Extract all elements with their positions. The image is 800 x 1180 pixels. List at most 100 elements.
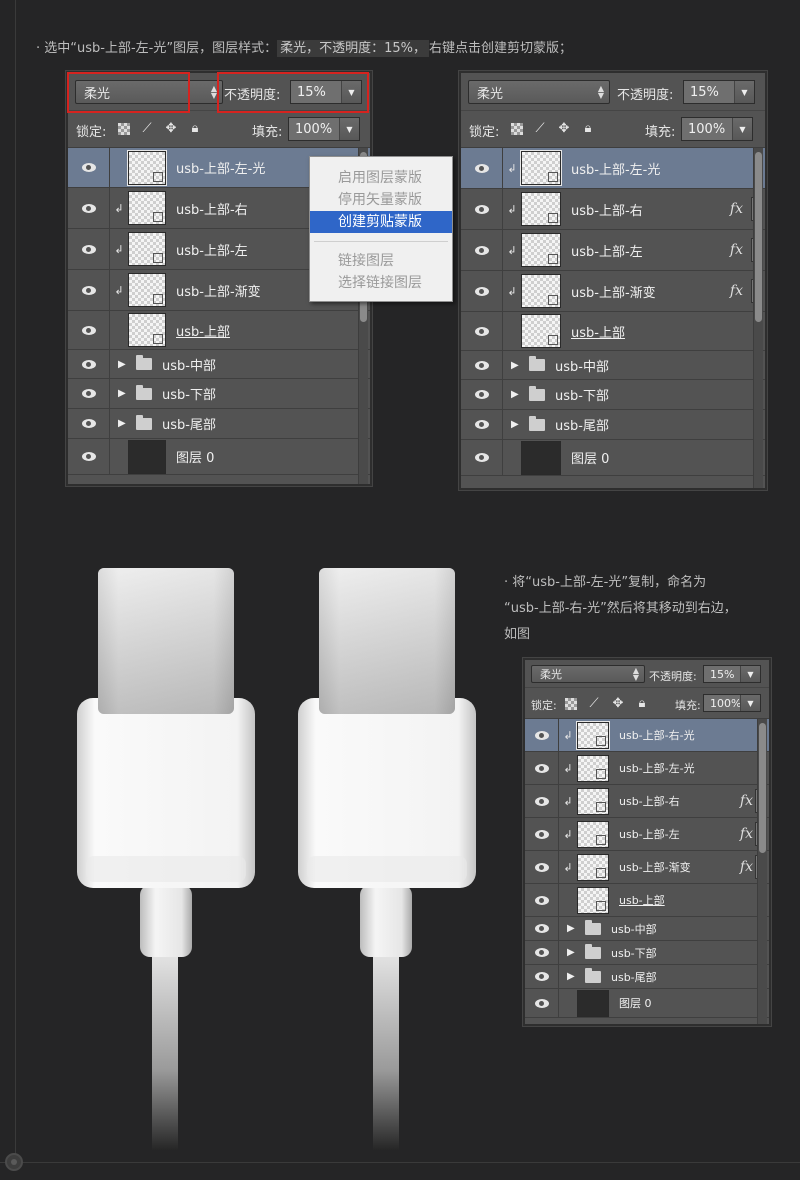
move-icon[interactable]: ✥ [164, 122, 178, 136]
layer-row[interactable]: ↲图层 0 [461, 440, 765, 476]
layer-row[interactable]: ↲usb-上部-右fx▼ [461, 189, 765, 230]
fx-icon[interactable]: fx [740, 826, 753, 842]
checker-icon[interactable] [511, 123, 523, 135]
eye-icon-cell[interactable] [68, 379, 110, 408]
move-icon[interactable]: ✥ [611, 697, 625, 711]
layer-row[interactable]: ▶ usb-下部 [68, 379, 370, 409]
eye-icon[interactable] [474, 163, 489, 173]
layer-row[interactable]: ↲usb-上部 [525, 884, 769, 917]
eye-icon[interactable] [474, 245, 489, 255]
triangle-right-icon[interactable]: ▶ [567, 947, 577, 958]
eye-icon[interactable] [474, 420, 489, 429]
layer-row[interactable]: ▶ usb-尾部 [525, 965, 769, 989]
eye-icon[interactable] [81, 203, 96, 213]
fx-icon[interactable]: fx [740, 793, 753, 809]
eye-icon[interactable] [534, 895, 549, 905]
triangle-right-icon[interactable]: ▶ [511, 419, 521, 430]
eye-icon[interactable] [534, 972, 549, 981]
layer-row[interactable]: ↲usb-上部 [461, 312, 765, 351]
triangle-right-icon[interactable]: ▶ [118, 418, 128, 429]
eye-icon[interactable] [81, 359, 96, 369]
layer-row[interactable]: ▶ usb-中部 [525, 917, 769, 941]
eye-icon-cell[interactable] [525, 884, 559, 916]
move-icon[interactable]: ✥ [557, 122, 571, 136]
brush-icon[interactable]: ⟋ [587, 697, 601, 711]
layer-row[interactable]: ↲图层 0 [525, 989, 769, 1018]
opacity-input[interactable]: 15% ▼ [703, 665, 761, 683]
scrollbar-thumb[interactable] [755, 152, 762, 322]
eye-icon[interactable] [81, 285, 96, 295]
layer-row[interactable]: ↲ usb-上部-左-光 [461, 148, 765, 189]
layer-row[interactable]: ▶ usb-下部 [525, 941, 769, 965]
eye-icon[interactable] [534, 998, 549, 1008]
scrollbar-thumb[interactable] [759, 723, 766, 853]
eye-icon-cell[interactable] [461, 410, 503, 439]
fill-dropdown-icon[interactable]: ▼ [732, 118, 752, 140]
layer-row[interactable]: ▶ usb-尾部 [461, 410, 765, 440]
fill-input[interactable]: 100% ▼ [703, 694, 761, 712]
menu-item-disable-vector-mask[interactable]: 停用矢量蒙版 [310, 189, 452, 211]
eye-icon-cell[interactable] [68, 229, 110, 269]
eye-icon-cell[interactable] [525, 752, 559, 784]
triangle-right-icon[interactable]: ▶ [511, 389, 521, 400]
triangle-right-icon[interactable]: ▶ [567, 971, 577, 982]
menu-item-link-layers[interactable]: 链接图层 [310, 250, 452, 272]
opacity-dropdown-icon[interactable]: ▼ [740, 666, 760, 682]
eye-icon-cell[interactable] [461, 351, 503, 379]
layer-row[interactable]: ↲usb-上部-渐变fx▼ [461, 271, 765, 312]
eye-icon[interactable] [474, 204, 489, 214]
eye-icon-cell[interactable] [68, 350, 110, 378]
eye-icon[interactable] [474, 326, 489, 336]
triangle-right-icon[interactable]: ▶ [118, 359, 128, 370]
layer-row[interactable]: ↲ usb-上部-左-光 [525, 752, 769, 785]
fx-icon[interactable]: fx [740, 859, 753, 875]
eye-icon[interactable] [81, 419, 96, 428]
eye-icon-cell[interactable] [68, 148, 110, 187]
lock-icon[interactable]: 🔒︎ [188, 122, 202, 136]
eye-icon[interactable] [534, 862, 549, 872]
eye-icon[interactable] [534, 730, 549, 740]
fx-icon[interactable]: fx [730, 201, 743, 217]
eye-icon[interactable] [534, 763, 549, 773]
eye-icon-cell[interactable] [525, 719, 559, 751]
layer-row[interactable]: ↲usb-上部-左fx▼ [461, 230, 765, 271]
fill-input[interactable]: 100% ▼ [681, 117, 753, 141]
checker-icon[interactable] [118, 123, 130, 135]
opacity-input[interactable]: 15% ▼ [683, 80, 755, 104]
eye-icon[interactable] [474, 286, 489, 296]
eye-icon[interactable] [474, 360, 489, 370]
scrollbar-track[interactable] [757, 719, 767, 1024]
eye-icon-cell[interactable] [68, 188, 110, 228]
triangle-right-icon[interactable]: ▶ [567, 923, 577, 934]
lock-icon[interactable]: 🔒︎ [581, 122, 595, 136]
eye-icon-cell[interactable] [525, 917, 559, 940]
brush-icon[interactable]: ⟋ [140, 122, 154, 136]
layer-row[interactable]: ↲usb-上部-渐变fx▼ [525, 851, 769, 884]
menu-item-enable-layer-mask[interactable]: 启用图层蒙版 [310, 167, 452, 189]
eye-icon[interactable] [81, 325, 96, 335]
eye-icon[interactable] [534, 829, 549, 839]
layer-row[interactable]: ↲ usb-上部-右-光 [525, 719, 769, 752]
blend-mode-select[interactable]: 柔光 ▲ ▼ [468, 80, 610, 104]
layer-row[interactable]: ↲图层 0 [68, 439, 370, 475]
eye-icon[interactable] [81, 244, 96, 254]
brush-icon[interactable]: ⟋ [533, 122, 547, 136]
eye-icon-cell[interactable] [525, 965, 559, 988]
eye-icon-cell[interactable] [68, 270, 110, 310]
eye-icon[interactable] [81, 389, 96, 398]
eye-icon-cell[interactable] [461, 380, 503, 409]
triangle-right-icon[interactable]: ▶ [118, 388, 128, 399]
eye-icon-cell[interactable] [461, 148, 503, 188]
fill-dropdown-icon[interactable]: ▼ [339, 118, 359, 140]
eye-icon-cell[interactable] [525, 851, 559, 883]
eye-icon-cell[interactable] [525, 785, 559, 817]
layer-row[interactable]: ▶ usb-尾部 [68, 409, 370, 439]
triangle-right-icon[interactable]: ▶ [511, 360, 521, 371]
eye-icon-cell[interactable] [525, 818, 559, 850]
eye-icon-cell[interactable] [68, 409, 110, 438]
eye-icon-cell[interactable] [525, 941, 559, 964]
checker-icon[interactable] [565, 698, 577, 710]
layer-row[interactable]: ▶ usb-中部 [461, 351, 765, 380]
eye-icon-cell[interactable] [68, 439, 110, 474]
eye-icon-cell[interactable] [461, 271, 503, 311]
